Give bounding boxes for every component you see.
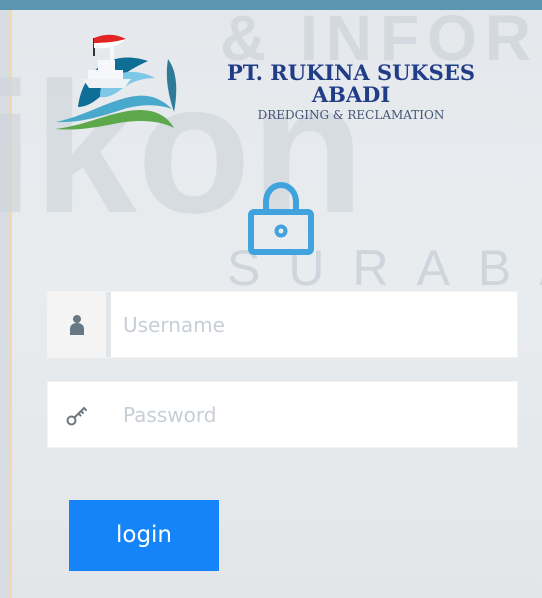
company-name: PT. RUKINA SUKSES ABADI xyxy=(226,60,476,107)
lock-icon xyxy=(248,181,314,255)
user-icon xyxy=(70,314,84,335)
login-button[interactable]: login xyxy=(69,500,219,571)
top-bar xyxy=(0,0,542,10)
company-logo xyxy=(55,34,177,130)
username-icon-box xyxy=(48,292,106,357)
password-input[interactable] xyxy=(111,382,516,447)
company-tagline: DREDGING & RECLAMATION xyxy=(257,108,445,122)
login-page: & INFORM ikon SURABA PT. RUKINA SUKSES A… xyxy=(0,0,542,598)
company-header: PT. RUKINA SUKSES ABADI DREDGING & RECLA… xyxy=(0,10,542,130)
username-field[interactable] xyxy=(47,291,518,358)
username-input[interactable] xyxy=(111,292,516,357)
password-icon-box xyxy=(48,382,106,447)
key-icon xyxy=(66,406,87,425)
password-field[interactable] xyxy=(47,381,518,448)
company-brand: PT. RUKINA SUKSES ABADI DREDGING & RECLA… xyxy=(196,62,506,122)
